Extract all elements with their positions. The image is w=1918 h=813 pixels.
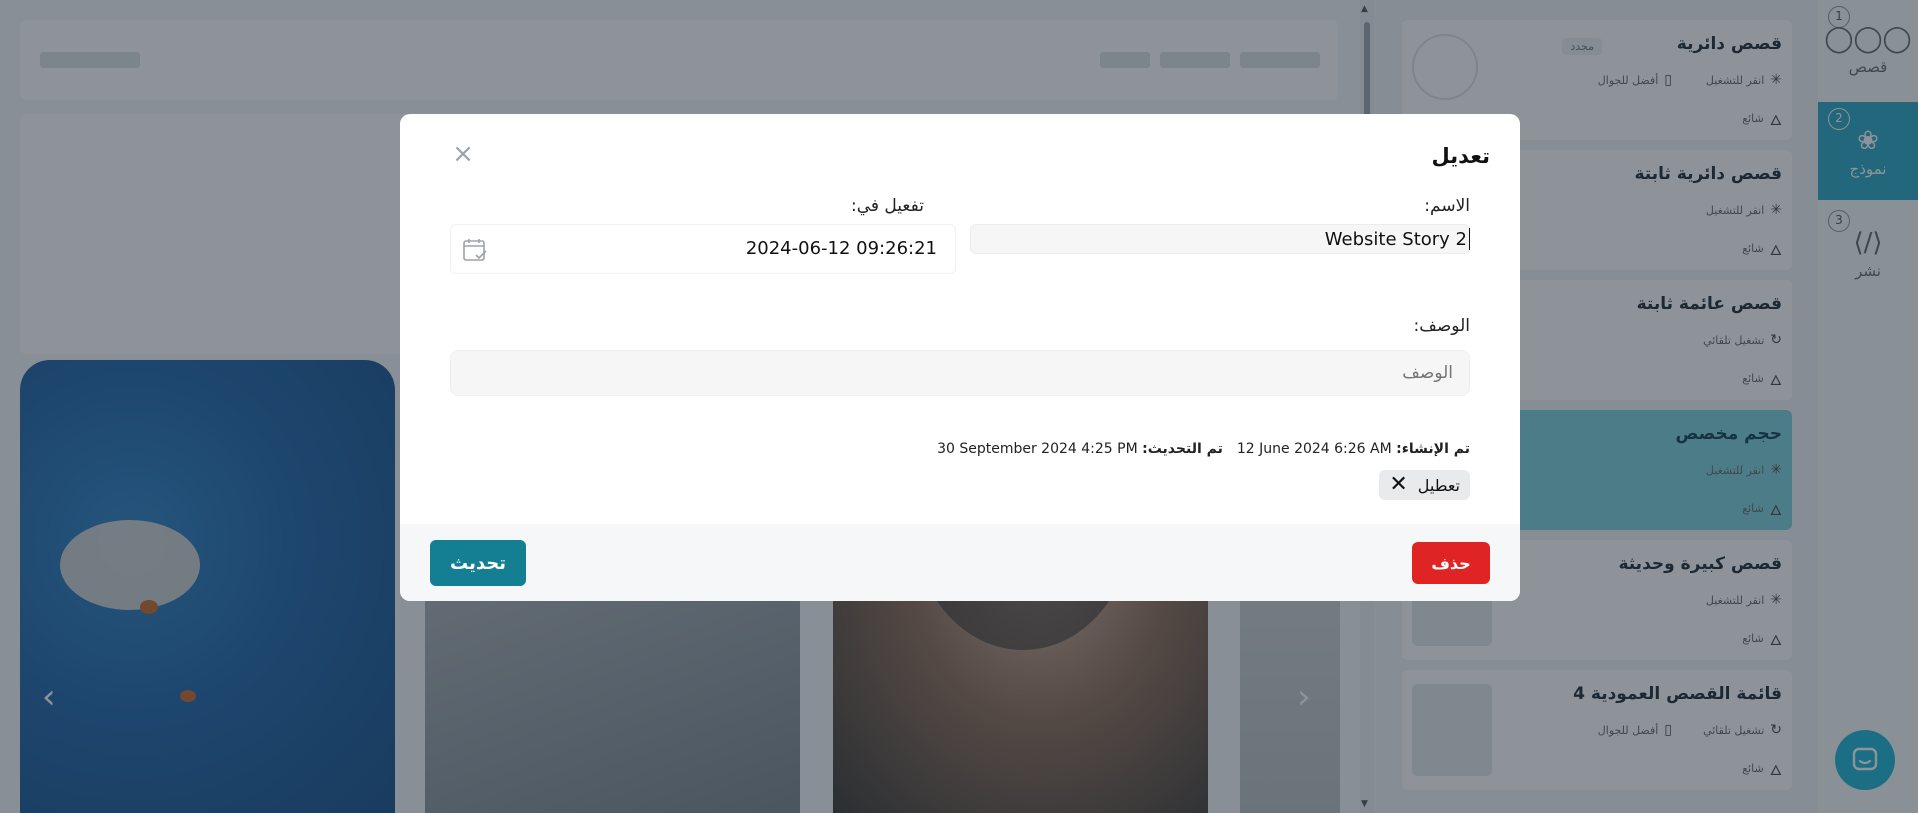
name-field[interactable]: [970, 224, 1470, 254]
edit-dialog: تعديل × الاسم: تفعيل في: 2024-06-12 09:2…: [400, 114, 1520, 601]
name-label: الاسم:: [1424, 196, 1470, 216]
activation-date-value: 2024-06-12 09:26:21: [745, 238, 937, 259]
activation-date-field[interactable]: 2024-06-12 09:26:21: [450, 224, 956, 274]
close-icon[interactable]: ×: [450, 141, 476, 168]
activate-label: تفعيل في:: [851, 196, 924, 216]
updated-label: تم التحديث:: [1142, 441, 1223, 457]
disable-label: تعطيل: [1417, 475, 1460, 495]
updated-value: 30 September 2024 4:25 PM: [937, 441, 1138, 457]
updated-group: تم التحديث: 30 September 2024 4:25 PM: [937, 441, 1223, 457]
text-cursor: [1468, 228, 1470, 250]
update-button[interactable]: تحديث: [430, 540, 526, 586]
delete-button[interactable]: حذف: [1412, 542, 1490, 584]
calendar-icon[interactable]: [461, 236, 489, 264]
created-label: تم الإنشاء:: [1396, 441, 1470, 457]
created-group: تم الإنشاء: 12 June 2024 6:26 AM: [1237, 441, 1470, 457]
disable-toggle[interactable]: تعطيل ✕: [1379, 470, 1470, 500]
description-label: الوصف:: [1413, 316, 1470, 336]
created-value: 12 June 2024 6:26 AM: [1236, 441, 1392, 457]
dialog-footer: حذف تحديث: [400, 524, 1520, 601]
dialog-title: تعديل: [1431, 144, 1491, 168]
description-field[interactable]: [450, 350, 1470, 396]
timestamps-line: تم الإنشاء: 12 June 2024 6:26 AM تم التح…: [937, 441, 1470, 457]
x-icon: ✕: [1389, 472, 1408, 497]
